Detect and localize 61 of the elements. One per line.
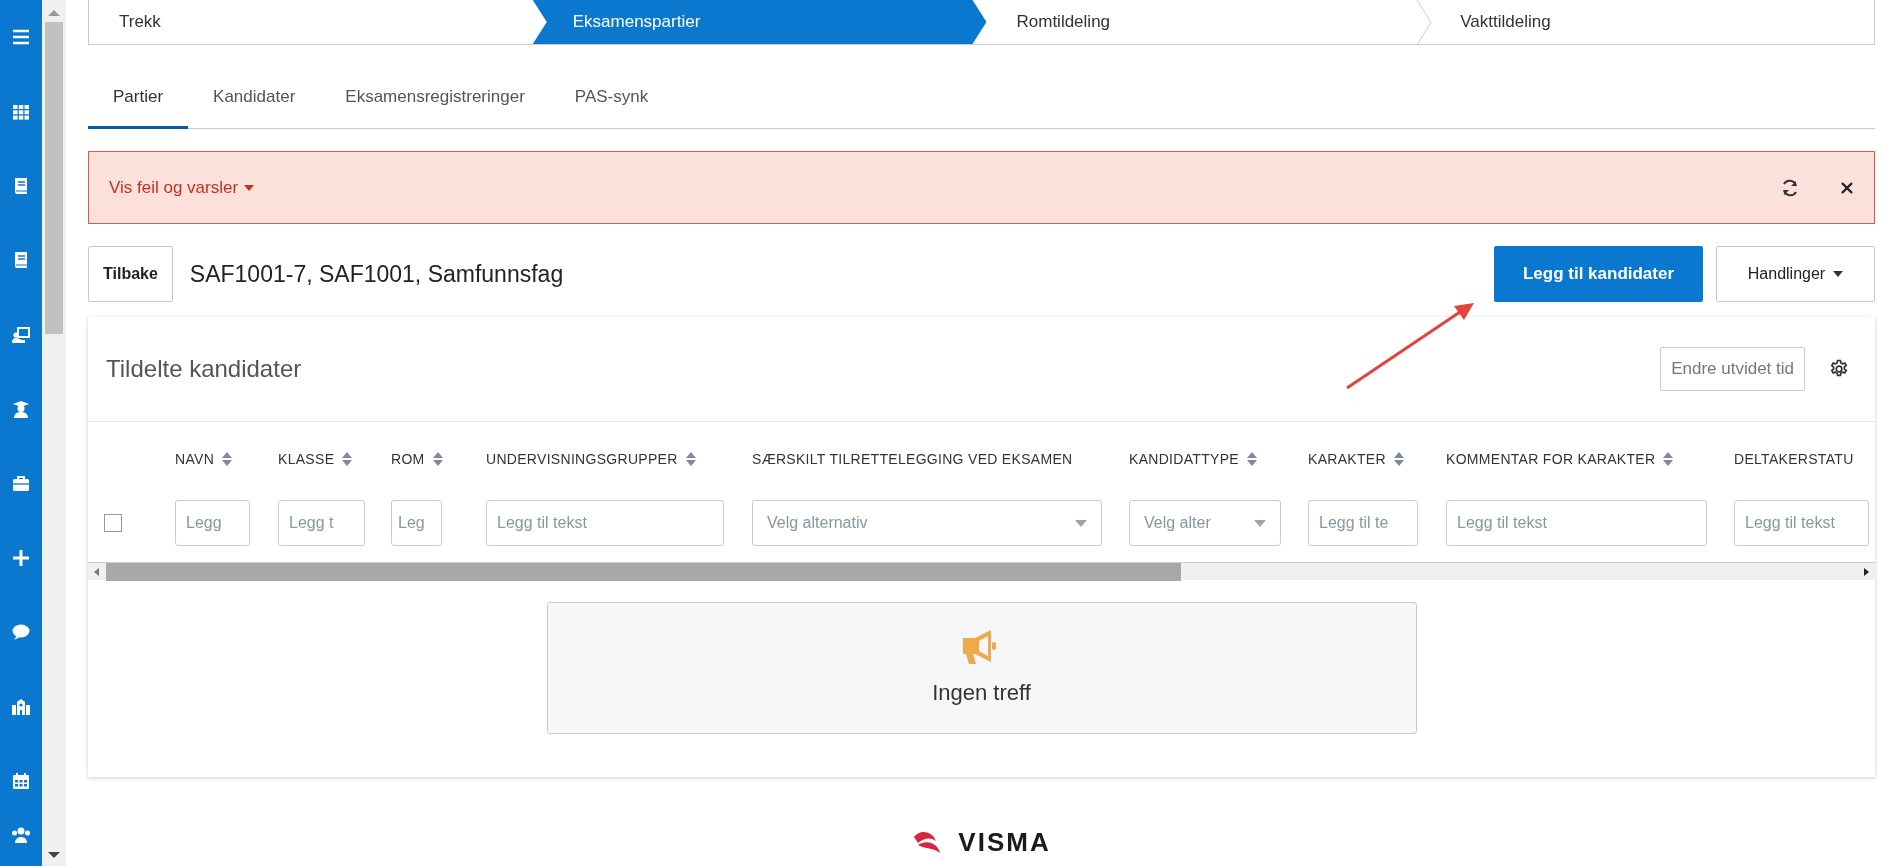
wizard-step[interactable]: Romtildeling [986,0,1431,44]
empty-message: Ingen treff [932,678,1031,707]
sort-icon[interactable] [685,452,696,466]
brand-logo: VISMA [88,829,1875,855]
close-icon[interactable] [1840,180,1854,195]
plus-icon[interactable] [11,547,31,568]
settings-icon[interactable] [1829,359,1849,379]
wizard-step[interactable]: Eksamenspartier [532,0,987,44]
refresh-icon[interactable] [1780,177,1800,198]
select-all-checkbox[interactable] [104,514,122,532]
column-header[interactable]: KANDIDATTYPE [1129,448,1239,470]
caret-icon [244,184,255,191]
tab[interactable]: Partier [88,67,189,129]
sort-icon[interactable] [432,452,443,466]
filter-input[interactable]: Legg til te [1308,500,1418,546]
tab[interactable]: Kandidater [188,67,321,129]
caret-icon [1833,271,1844,277]
filter-input[interactable]: Leg [391,500,442,546]
back-button[interactable]: Tilbake [88,246,173,302]
calendar-icon[interactable] [11,771,31,792]
column-header[interactable]: UNDERVISNINGSGRUPPER [486,448,678,470]
sort-icon[interactable] [342,452,353,466]
filter-input[interactable]: Legg til tekst [1734,500,1869,546]
alert-toggle[interactable]: Vis feil og varsler [109,174,255,201]
column-header[interactable]: DELTAKERSTATU [1734,448,1854,470]
sort-icon[interactable] [1246,452,1257,466]
sort-icon[interactable] [1393,452,1404,466]
column-header[interactable]: SÆRSKILT TILRETTELEGGING VED EKSAMEN [752,448,1073,470]
wizard-step[interactable]: Trekk [89,0,533,44]
tab[interactable]: PAS-synk [549,67,674,129]
scrollbar-thumb[interactable] [45,22,63,334]
graduate-icon[interactable] [11,399,31,420]
tab[interactable]: Eksamensregistreringer [320,67,550,129]
filter-input[interactable]: Legg til tekst [1446,500,1707,546]
add-candidates-button[interactable]: Legg til kandidater [1494,246,1703,302]
card-title: Tildelte kandidater [106,354,302,384]
actions-dropdown-button[interactable]: Handlinger [1716,246,1875,302]
sort-icon[interactable] [1663,452,1674,466]
filter-input[interactable]: Legg t [278,500,365,546]
filter-input[interactable]: Legg til tekst [486,500,724,546]
sort-icon[interactable] [222,452,233,466]
filter-input[interactable]: Legg [175,500,250,546]
chat-icon[interactable] [11,622,31,643]
column-header[interactable]: KARAKTER [1308,448,1386,470]
column-header[interactable]: ROM [391,448,425,470]
column-header[interactable]: KOMMENTAR FOR KARAKTER [1446,448,1656,470]
column-header[interactable]: NAVN [175,448,215,470]
presentation-icon[interactable] [11,324,31,345]
caret-icon [1254,519,1266,527]
scrollbar-thumb[interactable] [106,562,1181,581]
scroll-up-button[interactable] [47,8,61,18]
wizard-step[interactable]: Vakttildeling [1430,0,1874,44]
scroll-down-button[interactable] [47,850,61,860]
caret-icon [1075,519,1087,527]
building-icon[interactable] [11,696,31,717]
horizontal-scrollbar[interactable] [88,562,1875,580]
column-header[interactable]: KLASSE [278,448,335,470]
people-icon[interactable] [11,825,31,846]
extended-time-button[interactable]: Endre utvidet tid [1660,347,1805,391]
page-title: SAF1001-7, SAF1001, Samfunnsfag [189,259,564,289]
briefcase-icon[interactable] [11,473,31,494]
